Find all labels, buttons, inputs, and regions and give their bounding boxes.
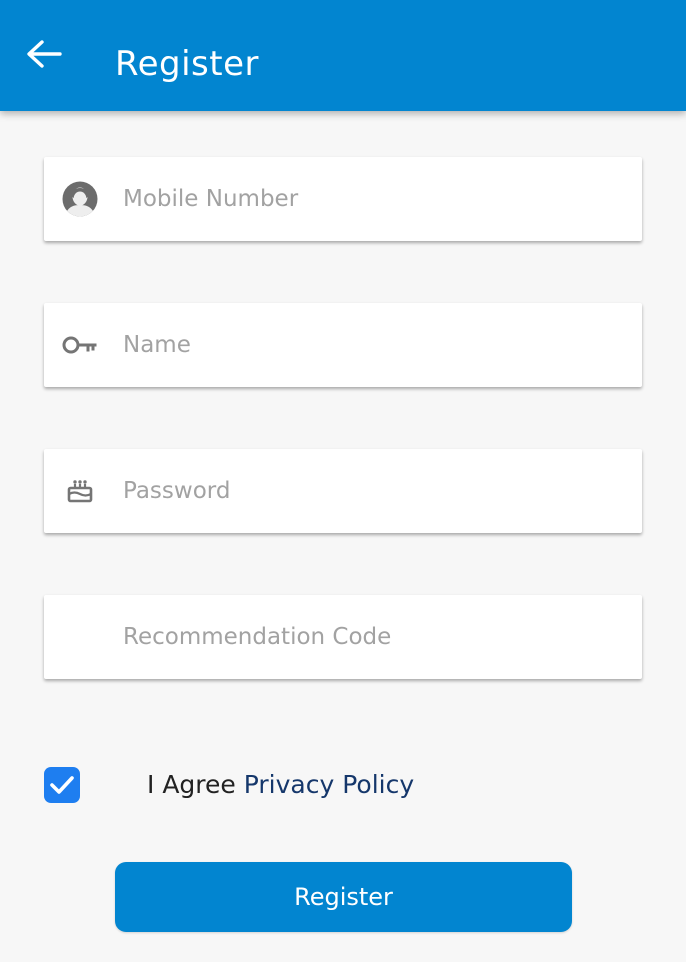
key-icon: [60, 325, 100, 365]
checkmark-icon: [50, 776, 74, 794]
password-input[interactable]: [123, 449, 623, 533]
name-field: [44, 303, 642, 387]
privacy-policy-link[interactable]: Privacy Policy: [244, 770, 414, 799]
page-title: Register: [115, 44, 259, 84]
arrow-left-icon: [27, 40, 62, 68]
agree-label: I Agree Privacy Policy: [147, 767, 414, 803]
mobile-number-field: [44, 157, 642, 241]
password-field: [44, 449, 642, 533]
back-button[interactable]: [16, 26, 72, 82]
name-input[interactable]: [123, 303, 623, 387]
cake-icon: [60, 471, 100, 511]
register-button[interactable]: Register: [115, 862, 572, 932]
mobile-number-input[interactable]: [123, 157, 623, 241]
agreement-row: I Agree Privacy Policy: [44, 767, 604, 803]
app-bar: Register: [0, 0, 686, 111]
recommendation-code-field: [44, 595, 642, 679]
recommendation-code-input[interactable]: [123, 595, 623, 679]
agree-checkbox[interactable]: [44, 767, 80, 803]
person-avatar-icon: [60, 179, 100, 219]
agree-text: I Agree: [147, 770, 236, 799]
